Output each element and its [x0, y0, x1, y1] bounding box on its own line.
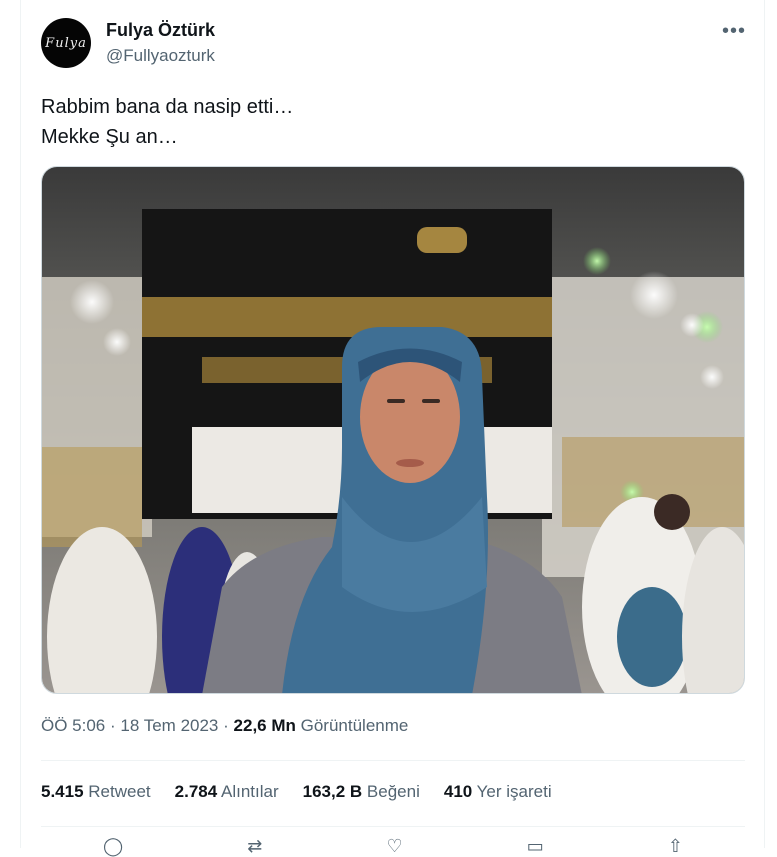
- retweet-icon[interactable]: ⇄: [247, 836, 262, 857]
- tweet-meta: ÖÖ 5:06 · 18 Tem 2023 · 22,6 Mn Görüntül…: [41, 716, 408, 736]
- quotes-stat[interactable]: 2.784 Alıntılar: [175, 782, 279, 802]
- retweets-label: Retweet: [88, 782, 151, 801]
- tweet-text-line-1: Rabbim bana da nasip etti…: [41, 96, 294, 118]
- tweet-photo[interactable]: [41, 166, 745, 694]
- bookmarks-stat[interactable]: 410 Yer işareti: [444, 782, 552, 802]
- share-icon[interactable]: ⇧: [668, 836, 683, 857]
- meta-separator: ·: [110, 716, 116, 735]
- likes-count: 163,2 B: [302, 782, 363, 801]
- likes-label: Beğeni: [366, 782, 420, 801]
- views-label: Görüntülenme: [300, 716, 409, 735]
- avatar-label: Fulya: [45, 35, 87, 51]
- tweet-date[interactable]: 18 Tem 2023: [120, 716, 218, 735]
- bookmarks-label: Yer işareti: [476, 782, 552, 801]
- avatar[interactable]: Fulya: [41, 18, 91, 68]
- tweet-text-line-2: Mekke Şu an…: [41, 126, 178, 148]
- divider: [41, 826, 745, 827]
- likes-stat[interactable]: 163,2 B Beğeni: [303, 782, 420, 802]
- action-bar: ◯ ⇄ ♡ ▭ ⇧: [41, 836, 745, 857]
- like-icon[interactable]: ♡: [386, 836, 402, 857]
- photo-illustration: [42, 167, 744, 693]
- reply-icon[interactable]: ◯: [103, 836, 123, 857]
- retweets-count: 5.415: [41, 782, 84, 801]
- author-handle[interactable]: @Fullyaozturk: [106, 46, 215, 66]
- meta-separator: ·: [223, 716, 229, 735]
- retweets-stat[interactable]: 5.415 Retweet: [41, 782, 151, 802]
- author-name[interactable]: Fulya Öztürk: [106, 20, 215, 41]
- engagement-stats: 5.415 Retweet 2.784 Alıntılar 163,2 B Be…: [41, 782, 552, 802]
- tweet-text: Rabbim bana da nasip etti… Mekke Şu an…: [41, 92, 293, 152]
- views-count: 22,6 Mn: [233, 716, 296, 735]
- quotes-count: 2.784: [174, 782, 218, 801]
- divider: [41, 760, 745, 761]
- more-horizontal-icon[interactable]: •••: [722, 20, 746, 43]
- bookmark-icon[interactable]: ▭: [527, 836, 544, 857]
- tweet-time[interactable]: ÖÖ 5:06: [41, 716, 105, 735]
- bookmarks-count: 410: [443, 782, 473, 801]
- quotes-label: Alıntılar: [221, 782, 279, 801]
